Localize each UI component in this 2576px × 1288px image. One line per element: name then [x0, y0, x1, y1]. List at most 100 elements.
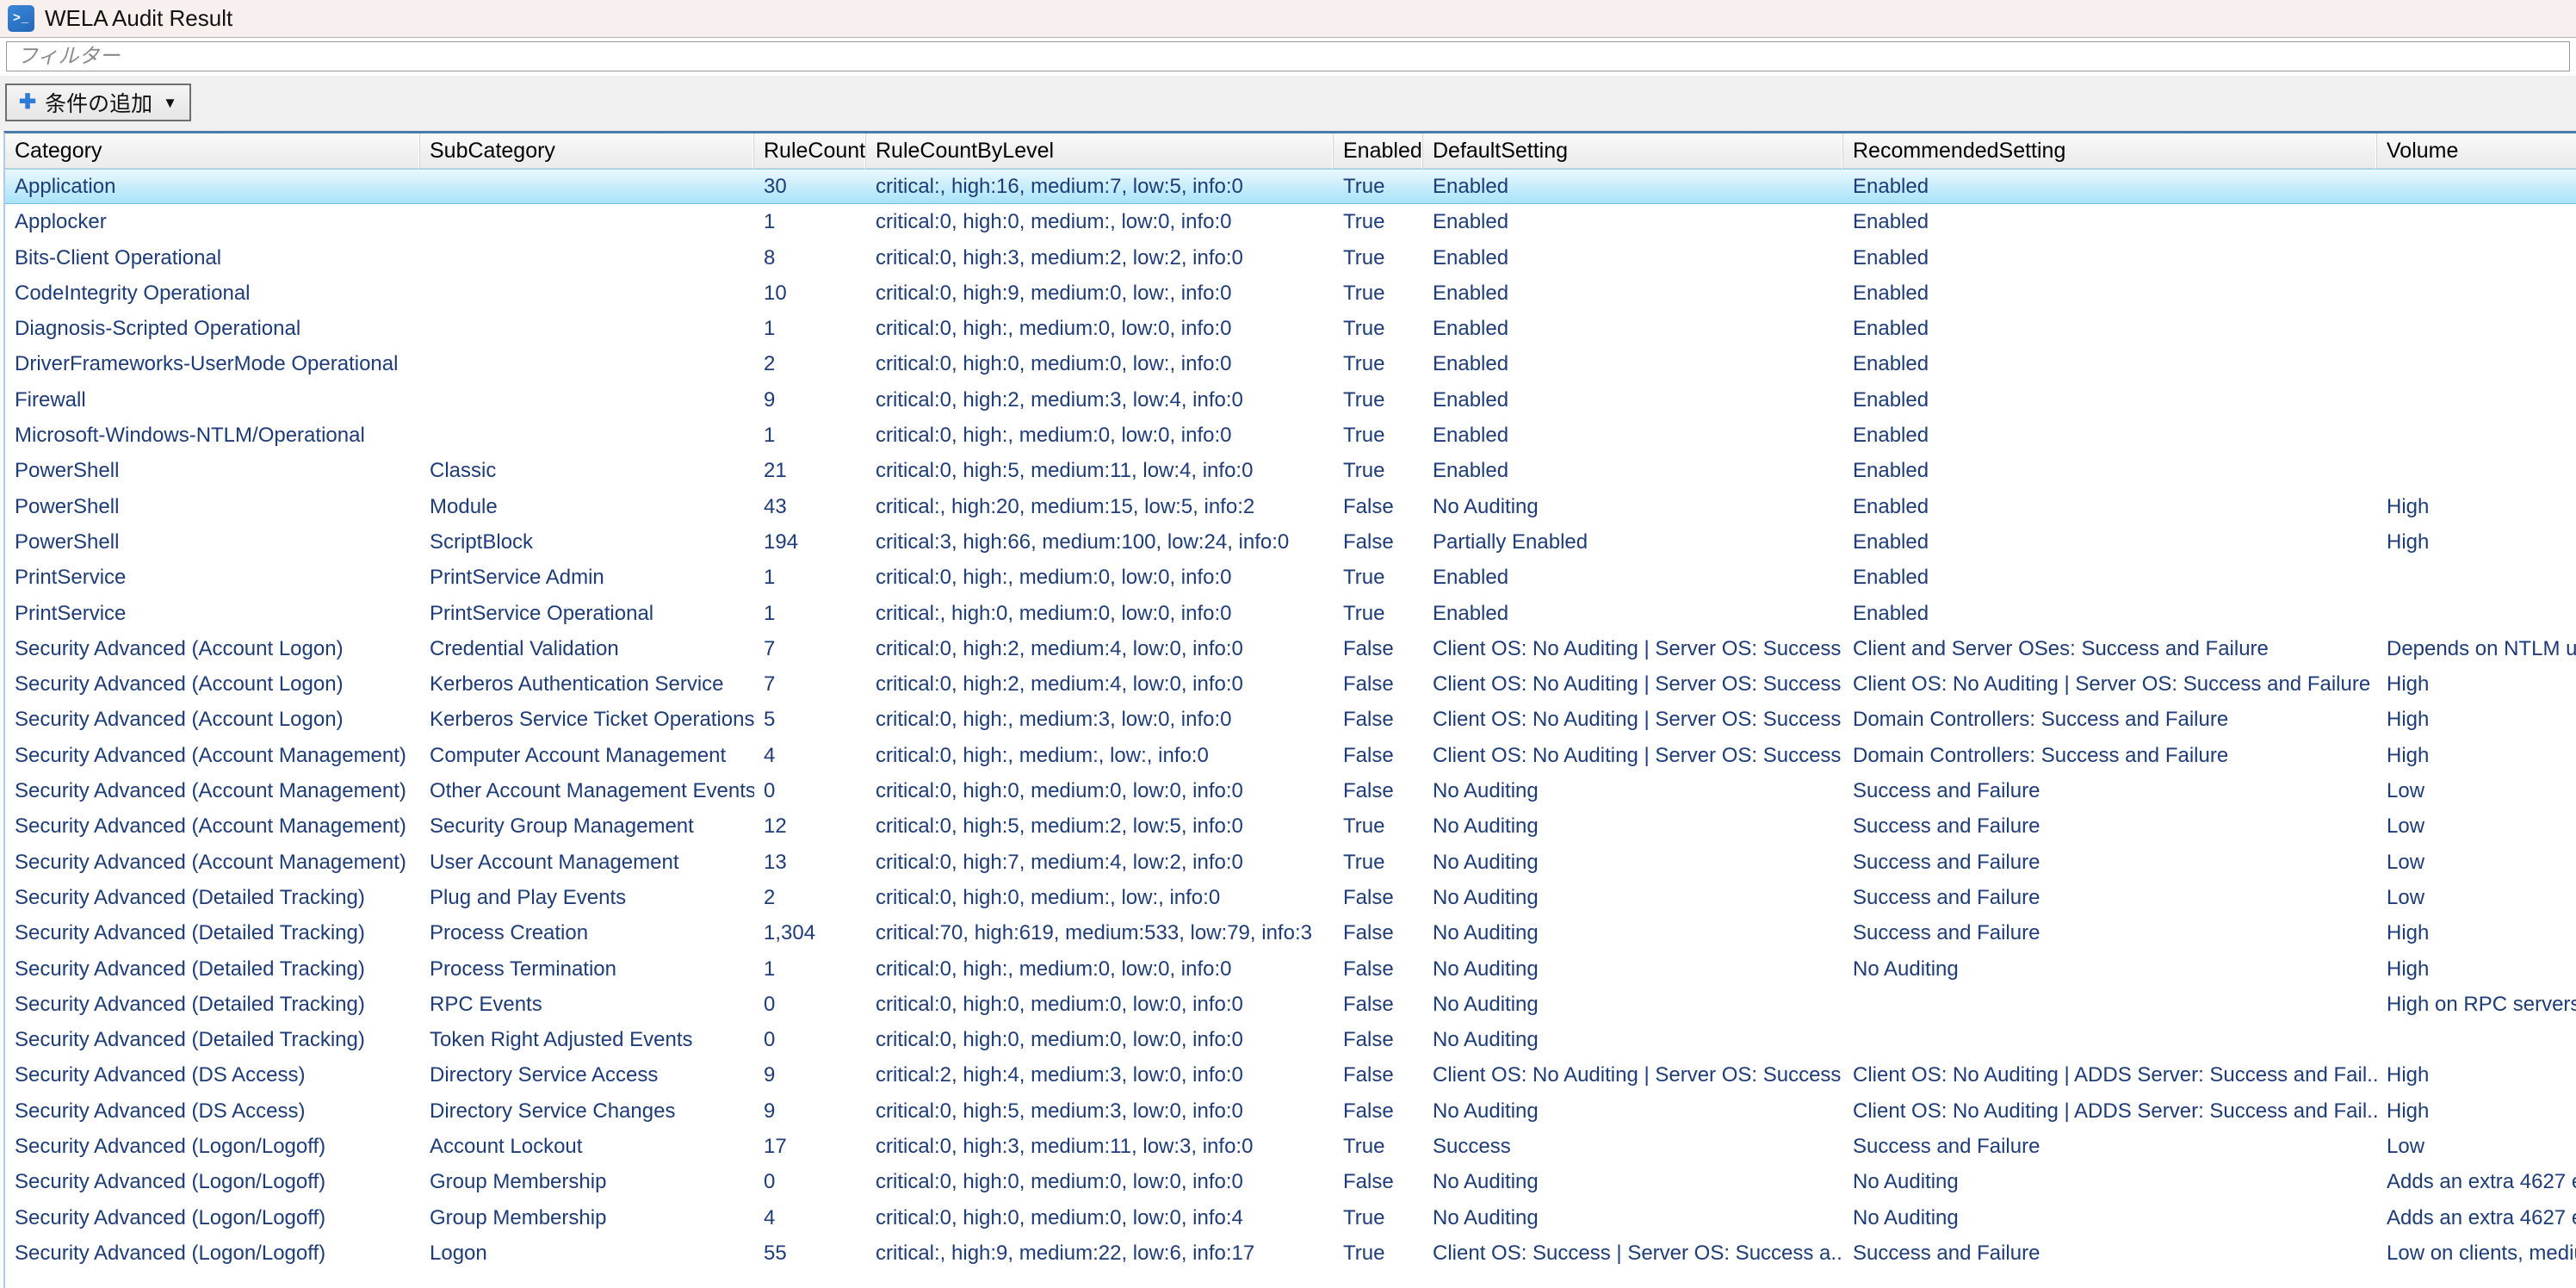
cell-category: Security Advanced (Detailed Tracking) — [5, 915, 420, 951]
column-header-rulecount[interactable]: RuleCount — [754, 133, 866, 169]
table-row[interactable]: Security Advanced (Logon/Logoff)Group Me… — [5, 1164, 2576, 1199]
cell-category: Security Advanced (Logon/Logoff) — [5, 1164, 420, 1199]
cell-enabled: True — [1334, 346, 1423, 381]
cell-volume: High on RPC servers ( — [2377, 987, 2576, 1022]
cell-rulecount: 13 — [754, 845, 866, 880]
cell-recommendedsetting: Domain Controllers: Success and Failure — [1843, 702, 2377, 737]
table-row[interactable]: CodeIntegrity Operational10critical:0, h… — [5, 276, 2576, 311]
cell-category: Diagnosis-Scripted Operational — [5, 311, 420, 346]
table-row[interactable]: PowerShellScriptBlock194critical:3, high… — [5, 524, 2576, 560]
cell-subcategory: Process Termination — [420, 951, 754, 987]
table-row[interactable]: Security Advanced (Account Management)Se… — [5, 808, 2576, 844]
table-row[interactable]: Security Advanced (Logon/Logoff)Account … — [5, 1129, 2576, 1164]
column-header-enabled[interactable]: Enabled — [1334, 133, 1423, 169]
cell-rulecountbylevel: critical:2, high:4, medium:3, low:0, inf… — [866, 1057, 1334, 1093]
cell-subcategory: Account Lockout — [420, 1129, 754, 1164]
cell-defaultsetting: Client OS: No Auditing | Server OS: Succ… — [1423, 1057, 1843, 1093]
table-row[interactable]: Security Advanced (DS Access)Directory S… — [5, 1093, 2576, 1129]
table-row[interactable]: Security Advanced (Account Management)Us… — [5, 845, 2576, 880]
cell-defaultsetting: No Auditing — [1423, 1200, 1843, 1235]
cell-recommendedsetting — [1843, 1022, 2377, 1057]
table-row[interactable]: Security Advanced (Logon/Logoff)Logon55c… — [5, 1235, 2576, 1271]
cell-volume — [2377, 204, 2576, 239]
table-row[interactable]: PrintServicePrintService Operational1cri… — [5, 596, 2576, 631]
table-row[interactable]: Security Advanced (Detailed Tracking)Pro… — [5, 951, 2576, 987]
column-header-recommendedsetting[interactable]: RecommendedSetting — [1843, 133, 2377, 169]
cell-category: Security Advanced (Detailed Tracking) — [5, 1022, 420, 1057]
add-criteria-button[interactable]: ✚ 条件の追加 ▼ — [5, 84, 191, 121]
cell-defaultsetting: No Auditing — [1423, 915, 1843, 951]
table-row[interactable]: Security Advanced (Detailed Tracking)Pro… — [5, 915, 2576, 951]
filter-bar — [0, 39, 2576, 76]
cell-subcategory: PrintService Admin — [420, 560, 754, 595]
column-header-defaultsetting[interactable]: DefaultSetting — [1423, 133, 1843, 169]
cell-rulecount: 9 — [754, 1057, 866, 1093]
cell-subcategory: Logon — [420, 1235, 754, 1271]
cell-enabled: False — [1334, 951, 1423, 987]
table-row[interactable]: Security Advanced (DS Access)Directory S… — [5, 1057, 2576, 1093]
table-row[interactable]: Firewall9critical:0, high:2, medium:3, l… — [5, 382, 2576, 418]
cell-rulecount: 9 — [754, 382, 866, 418]
table-row[interactable]: DriverFrameworks-UserMode Operational2cr… — [5, 346, 2576, 381]
cell-enabled: True — [1334, 382, 1423, 418]
table-row[interactable]: Security Advanced (Account Management)Co… — [5, 738, 2576, 773]
column-header-subcategory[interactable]: SubCategory — [420, 133, 754, 169]
cell-subcategory — [420, 240, 754, 276]
cell-rulecountbylevel: critical:0, high:5, medium:3, low:0, inf… — [866, 1093, 1334, 1129]
add-criteria-label: 条件の追加 — [45, 87, 152, 118]
table-row[interactable]: Security Advanced (Detailed Tracking)RPC… — [5, 987, 2576, 1022]
cell-subcategory: Plug and Play Events — [420, 880, 754, 915]
table-row[interactable]: Security Advanced (Detailed Tracking)Tok… — [5, 1022, 2576, 1057]
cell-volume: High — [2377, 702, 2576, 737]
column-header-volume[interactable]: Volume — [2377, 133, 2576, 169]
cell-enabled: False — [1334, 1093, 1423, 1129]
table-row[interactable]: Microsoft-Windows-NTLM/Operational1criti… — [5, 418, 2576, 453]
cell-volume — [2377, 276, 2576, 311]
cell-rulecountbylevel: critical:0, high:3, medium:11, low:3, in… — [866, 1129, 1334, 1164]
cell-recommendedsetting: Success and Failure — [1843, 880, 2377, 915]
filter-input[interactable] — [6, 41, 2570, 71]
cell-subcategory: PrintService Operational — [420, 596, 754, 631]
cell-rulecount: 4 — [754, 1200, 866, 1235]
table-row[interactable]: Security Advanced (Account Logon)Kerbero… — [5, 702, 2576, 737]
cell-recommendedsetting: No Auditing — [1843, 1200, 2377, 1235]
table-row[interactable]: Security Advanced (Account Management)Ot… — [5, 773, 2576, 808]
cell-defaultsetting: Enabled — [1423, 346, 1843, 381]
cell-category: Security Advanced (Account Logon) — [5, 666, 420, 702]
cell-category: Security Advanced (Logon/Logoff) — [5, 1200, 420, 1235]
cell-defaultsetting: No Auditing — [1423, 1164, 1843, 1199]
cell-rulecount: 1 — [754, 560, 866, 595]
table-row[interactable]: PowerShellClassic21critical:0, high:5, m… — [5, 453, 2576, 488]
column-header-category[interactable]: Category — [5, 133, 420, 169]
column-header-rulecountbylevel[interactable]: RuleCountByLevel — [866, 133, 1334, 169]
cell-recommendedsetting: No Auditing — [1843, 951, 2377, 987]
cell-enabled: True — [1334, 169, 1423, 204]
table-row[interactable]: Security Advanced (Account Logon)Kerbero… — [5, 666, 2576, 702]
table-row[interactable]: Applocker1critical:0, high:0, medium:, l… — [5, 204, 2576, 239]
table-row[interactable]: Bits-Client Operational8critical:0, high… — [5, 240, 2576, 276]
cell-defaultsetting: Success — [1423, 1129, 1843, 1164]
cell-enabled: False — [1334, 880, 1423, 915]
table-row[interactable]: PowerShellModule43critical:, high:20, me… — [5, 489, 2576, 524]
cell-recommendedsetting: Enabled — [1843, 311, 2377, 346]
plus-icon: ✚ — [19, 92, 36, 113]
cell-rulecountbylevel: critical:0, high:5, medium:2, low:5, inf… — [866, 808, 1334, 844]
cell-subcategory: User Account Management — [420, 845, 754, 880]
cell-rulecount: 0 — [754, 1164, 866, 1199]
table-row[interactable]: PrintServicePrintService Admin1critical:… — [5, 560, 2576, 595]
table-row[interactable]: Security Advanced (Account Logon)Credent… — [5, 631, 2576, 666]
cell-rulecount: 4 — [754, 738, 866, 773]
table-row[interactable]: Diagnosis-Scripted Operational1critical:… — [5, 311, 2576, 346]
cell-subcategory: Group Membership — [420, 1164, 754, 1199]
cell-recommendedsetting: Enabled — [1843, 418, 2377, 453]
cell-category: Security Advanced (Account Management) — [5, 808, 420, 844]
cell-defaultsetting: Partially Enabled — [1423, 524, 1843, 560]
window-title: WELA Audit Result — [45, 5, 232, 32]
table-row[interactable]: Security Advanced (Detailed Tracking)Plu… — [5, 880, 2576, 915]
cell-volume: High — [2377, 951, 2576, 987]
table-row[interactable]: Security Advanced (Logon/Logoff)Group Me… — [5, 1200, 2576, 1235]
cell-rulecountbylevel: critical:3, high:66, medium:100, low:24,… — [866, 524, 1334, 560]
cell-recommendedsetting: Success and Failure — [1843, 915, 2377, 951]
table-row-selected[interactable]: Application30critical:, high:16, medium:… — [5, 169, 2576, 204]
cell-enabled: True — [1334, 418, 1423, 453]
